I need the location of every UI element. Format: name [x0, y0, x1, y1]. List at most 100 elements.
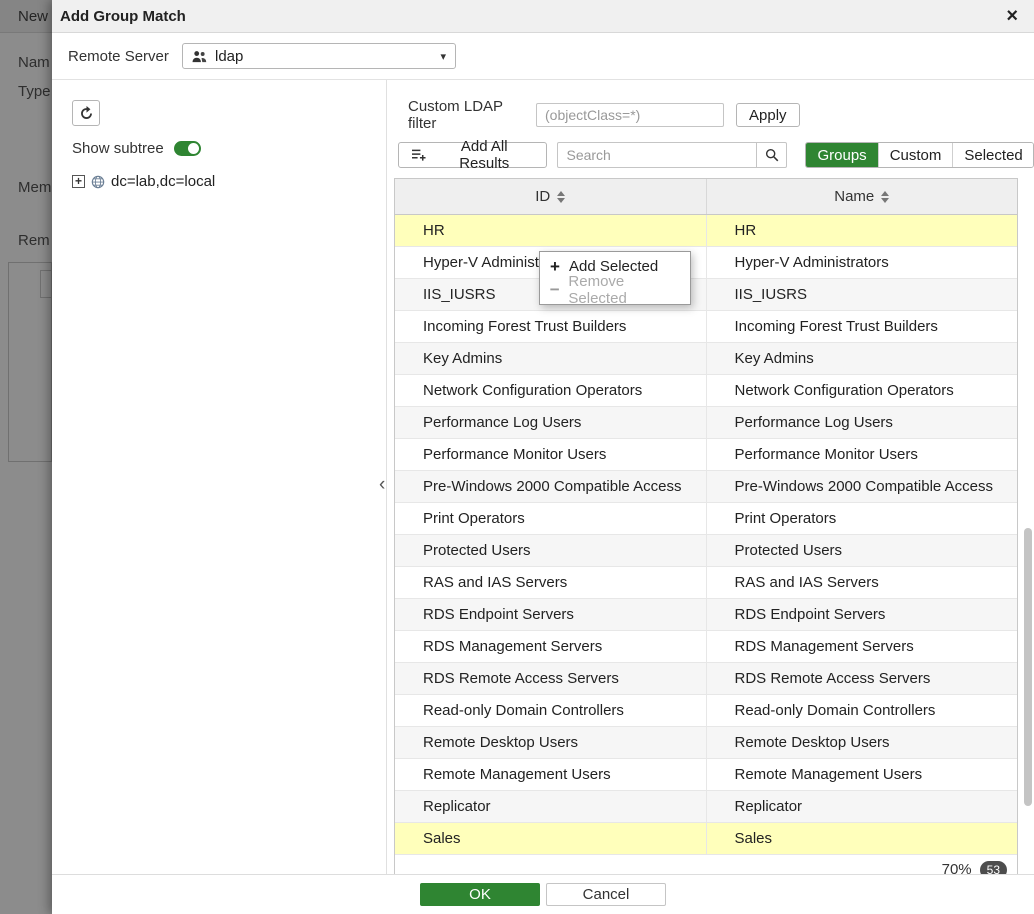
search-box	[557, 142, 787, 168]
cell-name[interactable]: IIS_IUSRS	[706, 279, 1018, 310]
cell-id[interactable]: RAS and IAS Servers	[395, 567, 706, 598]
cell-id[interactable]: Read-only Domain Controllers	[395, 695, 706, 726]
column-header-id[interactable]: ID	[395, 179, 706, 214]
table-row[interactable]: Replicator Replicator	[395, 791, 1017, 823]
table-row[interactable]: Performance Log Users Performance Log Us…	[395, 407, 1017, 439]
table-row[interactable]: Sales Sales	[395, 823, 1017, 855]
table-footer: 70% 53	[395, 855, 1017, 874]
cell-name[interactable]: Network Configuration Operators	[706, 375, 1018, 406]
add-all-results-button[interactable]: Add All Results	[398, 142, 547, 168]
results-toolbar: Add All Results Groups Custom Selected	[398, 142, 1034, 168]
chevron-down-icon: ▾	[440, 50, 446, 63]
cell-id[interactable]: Performance Monitor Users	[395, 439, 706, 470]
remote-server-dropdown[interactable]: ldap ▾	[182, 43, 456, 69]
group-table-body: HR HR Hyper-V Administrators Hyper-V Adm…	[395, 215, 1017, 855]
table-row[interactable]: RDS Management Servers RDS Management Se…	[395, 631, 1017, 663]
context-menu: + Add Selected − Remove Selected	[539, 251, 691, 305]
result-count-badge: 53	[980, 861, 1007, 875]
cell-name[interactable]: RDS Remote Access Servers	[706, 663, 1018, 694]
search-input[interactable]	[557, 142, 757, 168]
cell-id[interactable]: RDS Management Servers	[395, 631, 706, 662]
cell-name[interactable]: Remote Management Users	[706, 759, 1018, 790]
cell-name[interactable]: RDS Endpoint Servers	[706, 599, 1018, 630]
table-header-row: ID Name	[395, 179, 1017, 215]
cell-name[interactable]: Sales	[706, 823, 1018, 854]
table-row[interactable]: Key Admins Key Admins	[395, 343, 1017, 375]
table-row[interactable]: Read-only Domain Controllers Read-only D…	[395, 695, 1017, 727]
add-all-results-label: Add All Results	[434, 138, 534, 172]
table-row[interactable]: RAS and IAS Servers RAS and IAS Servers	[395, 567, 1017, 599]
ldap-filter-input[interactable]	[536, 103, 724, 127]
cell-id[interactable]: Performance Log Users	[395, 407, 706, 438]
table-row[interactable]: Performance Monitor Users Performance Mo…	[395, 439, 1017, 471]
search-button[interactable]	[757, 142, 787, 168]
remote-server-value: ldap	[215, 48, 243, 65]
results-panel: Custom LDAP filter Apply Add All Results	[387, 80, 1034, 874]
cell-id[interactable]: Remote Desktop Users	[395, 727, 706, 758]
cell-id[interactable]: RDS Endpoint Servers	[395, 599, 706, 630]
table-row[interactable]: Protected Users Protected Users	[395, 535, 1017, 567]
cell-id[interactable]: HR	[395, 215, 706, 246]
cancel-button[interactable]: Cancel	[546, 883, 666, 906]
table-row[interactable]: Remote Desktop Users Remote Desktop User…	[395, 727, 1017, 759]
table-row[interactable]: Network Configuration Operators Network …	[395, 375, 1017, 407]
loaded-percentage: 70%	[942, 861, 972, 874]
refresh-button[interactable]	[72, 100, 100, 126]
add-all-results-icon	[411, 148, 427, 162]
cell-name[interactable]: Read-only Domain Controllers	[706, 695, 1018, 726]
menu-item-remove-selected-label: Remove Selected	[568, 273, 681, 307]
search-icon	[765, 148, 779, 162]
cell-id[interactable]: Incoming Forest Trust Builders	[395, 311, 706, 342]
cell-name[interactable]: RDS Management Servers	[706, 631, 1018, 662]
table-row[interactable]: IIS_IUSRS IIS_IUSRS	[395, 279, 1017, 311]
ok-button[interactable]: OK	[420, 883, 540, 906]
cell-name[interactable]: Key Admins	[706, 343, 1018, 374]
cell-name[interactable]: Performance Log Users	[706, 407, 1018, 438]
cell-name[interactable]: Pre-Windows 2000 Compatible Access	[706, 471, 1018, 502]
cell-id[interactable]: Sales	[395, 823, 706, 854]
cell-name[interactable]: Protected Users	[706, 535, 1018, 566]
close-icon[interactable]: ×	[1006, 6, 1018, 26]
cell-name[interactable]: HR	[706, 215, 1018, 246]
cell-id[interactable]: Network Configuration Operators	[395, 375, 706, 406]
cell-id[interactable]: Key Admins	[395, 343, 706, 374]
cell-id[interactable]: Remote Management Users	[395, 759, 706, 790]
cell-id[interactable]: Pre-Windows 2000 Compatible Access	[395, 471, 706, 502]
cell-name[interactable]: Print Operators	[706, 503, 1018, 534]
ldap-filter-row: Custom LDAP filter Apply	[408, 98, 1034, 132]
dialog-footer: OK Cancel	[52, 874, 1034, 914]
table-row[interactable]: Remote Management Users Remote Managemen…	[395, 759, 1017, 791]
cell-name[interactable]: Replicator	[706, 791, 1018, 822]
cell-id[interactable]: Print Operators	[395, 503, 706, 534]
cell-id[interactable]: Replicator	[395, 791, 706, 822]
expand-node-icon[interactable]: +	[72, 175, 85, 188]
cell-id[interactable]: RDS Remote Access Servers	[395, 663, 706, 694]
refresh-icon	[79, 106, 94, 121]
cell-name[interactable]: Remote Desktop Users	[706, 727, 1018, 758]
cell-name[interactable]: Incoming Forest Trust Builders	[706, 311, 1018, 342]
table-row[interactable]: Incoming Forest Trust Builders Incoming …	[395, 311, 1017, 343]
tab-groups[interactable]: Groups	[806, 143, 877, 167]
table-row[interactable]: RDS Remote Access Servers RDS Remote Acc…	[395, 663, 1017, 695]
apply-button[interactable]: Apply	[736, 103, 800, 127]
ldap-server-icon	[192, 50, 207, 63]
results-tab-group: Groups Custom Selected	[805, 142, 1034, 168]
show-subtree-toggle[interactable]	[174, 141, 201, 156]
globe-icon	[91, 175, 105, 189]
scrollbar-thumb[interactable]	[1024, 528, 1032, 806]
column-header-name[interactable]: Name	[706, 179, 1018, 214]
cell-name[interactable]: Performance Monitor Users	[706, 439, 1018, 470]
table-row[interactable]: Hyper-V Administrators Hyper-V Administr…	[395, 247, 1017, 279]
table-row[interactable]: HR HR	[395, 215, 1017, 247]
dialog-header: Add Group Match ×	[52, 0, 1034, 33]
cell-name[interactable]: Hyper-V Administrators	[706, 247, 1018, 278]
table-row[interactable]: RDS Endpoint Servers RDS Endpoint Server…	[395, 599, 1017, 631]
tree-node-root[interactable]: + dc=lab,dc=local	[72, 173, 386, 190]
tab-custom[interactable]: Custom	[878, 143, 953, 167]
tab-selected[interactable]: Selected	[952, 143, 1033, 167]
table-row[interactable]: Pre-Windows 2000 Compatible Access Pre-W…	[395, 471, 1017, 503]
cell-name[interactable]: RAS and IAS Servers	[706, 567, 1018, 598]
collapse-panel-handle[interactable]: ‹	[379, 474, 385, 496]
table-row[interactable]: Print Operators Print Operators	[395, 503, 1017, 535]
cell-id[interactable]: Protected Users	[395, 535, 706, 566]
